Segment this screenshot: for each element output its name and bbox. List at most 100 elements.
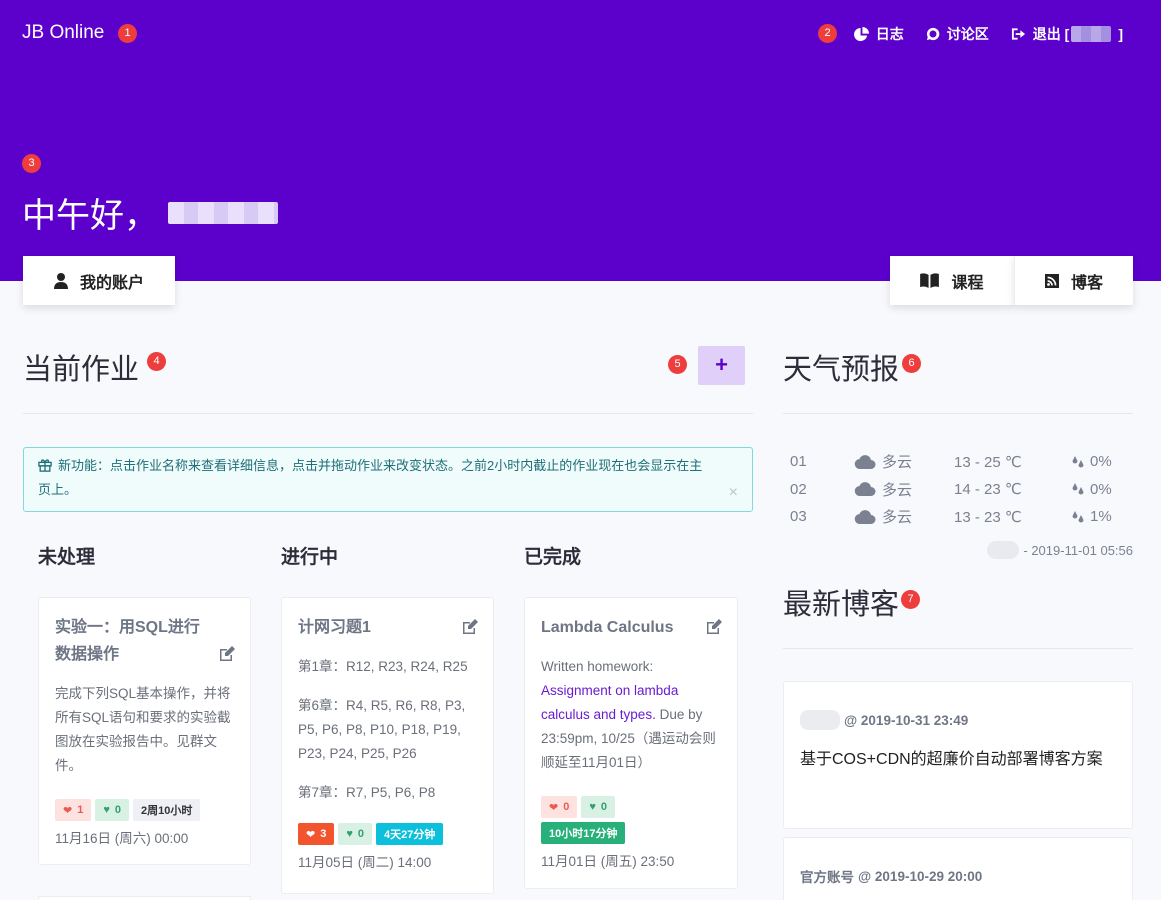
assignment-line: 第6章：R4, R5, R6, R8, P3, P5, P6, P8, P10,…	[298, 698, 466, 761]
edit-icon[interactable]	[218, 645, 236, 663]
weather-day: 01	[790, 453, 807, 471]
nav-logout-bracket: ]	[1118, 26, 1123, 42]
feature-notice: 新功能：点击作业名称来查看详细信息，点击并拖动作业来改变状态。之前2小时内截止的…	[23, 447, 753, 512]
heart-tag[interactable]: ♥ 0	[95, 799, 129, 821]
heart-count: 0	[114, 804, 121, 816]
book-icon	[920, 273, 940, 288]
broken-heart-count: 1	[77, 804, 84, 816]
remaining-time-tag: 4天27分钟	[376, 823, 444, 845]
rss-icon	[1044, 273, 1059, 288]
redacted-location	[987, 541, 1020, 559]
assignment-title[interactable]: Lambda Calculus	[541, 614, 721, 641]
courses-button[interactable]: 课程	[890, 256, 1014, 305]
heart-icon: ♥	[103, 804, 110, 816]
redacted-username	[1071, 26, 1112, 42]
nav-logout[interactable]: 退出 []	[1011, 24, 1123, 44]
assignment-card[interactable]: 实验一：用SQL进行数据操作 完成下列SQL基本操作，并将所有SQL语句和要求的…	[38, 597, 251, 865]
weather-row: 02 多云 14 - 23 ℃ 0%	[790, 476, 1130, 504]
pie-chart-icon	[853, 26, 869, 41]
assignment-title[interactable]: 实验一：用SQL进行数据操作	[55, 614, 234, 668]
account-button[interactable]: 我的账户	[23, 256, 175, 305]
assignment-tags: ❤ 3 ♥ 0 4天27分钟	[298, 823, 477, 845]
gift-icon	[38, 459, 52, 472]
redacted-name	[168, 201, 278, 224]
greeting-text: 中午好，	[22, 197, 158, 235]
weather-precip: 1%	[1071, 508, 1112, 525]
blogs-divider	[783, 648, 1133, 649]
assignment-title[interactable]: 计网习题1	[298, 614, 477, 641]
notice-close-button[interactable]: ×	[729, 481, 738, 505]
remaining-time-tag: 10小时17分钟	[541, 822, 626, 844]
raindrops-icon	[1072, 455, 1084, 468]
account-button-label: 我的账户	[79, 274, 144, 292]
blog-card[interactable]: 官方账号 @ 2019-10-29 20:00	[783, 837, 1133, 900]
cloud-icon	[854, 454, 876, 469]
weather-sky-label: 多云	[882, 454, 913, 472]
broken-heart-count: 3	[320, 828, 327, 840]
column-title-done: 已完成	[524, 547, 582, 568]
notice-text: 新功能：点击作业名称来查看详细信息，点击并拖动作业来改变状态。之前2小时内截止的…	[38, 458, 703, 497]
broken-heart-tag[interactable]: ❤ 1	[55, 799, 92, 821]
heart-icon: ♥	[346, 828, 353, 840]
blog-author[interactable]: 官方账号	[800, 866, 854, 886]
broken-heart-tag[interactable]: ❤ 0	[541, 796, 578, 818]
nav-forum-label: 讨论区	[946, 26, 989, 42]
badge-6: 6	[902, 354, 921, 373]
blogs-button[interactable]: 博客	[1014, 256, 1133, 305]
nav-forum[interactable]: 讨论区	[926, 24, 989, 44]
brand-text[interactable]: JB Online	[22, 22, 104, 43]
weather-precip-value: 0%	[1090, 453, 1112, 471]
blogs-button-label: 博客	[1070, 274, 1103, 292]
assignment-tags: ❤ 1 ♥ 0 2周10小时	[55, 799, 234, 821]
weather-sky: 多云	[854, 451, 954, 472]
badge-1: 1	[118, 24, 137, 43]
nav-log[interactable]: 日志	[853, 24, 904, 44]
assignment-card-partial	[38, 896, 251, 900]
column-title-doing: 进行中	[281, 547, 339, 568]
raindrops-icon	[1072, 510, 1084, 523]
raindrops-icon	[1072, 483, 1084, 495]
weather-row: 03 多云 13 - 23 ℃ 1%	[790, 503, 1130, 531]
weather-precip-value: 1%	[1090, 508, 1112, 526]
remaining-time-tag: 2周10小时	[133, 799, 201, 821]
blog-time: @ 2019-10-31 23:49	[844, 712, 969, 728]
heart-tag[interactable]: ♥ 0	[338, 823, 372, 845]
badge-2: 2	[818, 24, 837, 43]
blog-time: @ 2019-10-29 20:00	[858, 868, 983, 884]
due-date: 11月05日 (周二) 14:00	[298, 855, 432, 870]
assignment-tags: ❤ 0 ♥ 0 10小时17分钟	[541, 796, 661, 844]
assignment-card[interactable]: Lambda Calculus Written homework: Assign…	[524, 597, 738, 889]
edit-icon[interactable]	[461, 618, 479, 636]
edit-icon[interactable]	[705, 618, 723, 636]
cloud-icon	[854, 509, 876, 524]
brand-logo[interactable]: JB Online	[22, 22, 104, 44]
blog-title[interactable]: 基于COS+CDN的超廉价自动部署博客方案	[800, 746, 1116, 773]
add-assignment-button[interactable]: +	[698, 346, 745, 385]
blog-meta: @ 2019-10-31 23:49	[800, 710, 1116, 730]
column-title-todo: 未处理	[38, 547, 96, 568]
sign-out-icon	[1011, 28, 1025, 40]
broken-heart-tag[interactable]: ❤ 3	[298, 823, 335, 845]
greeting: 中午好，	[22, 188, 278, 237]
cloud-icon	[854, 482, 876, 497]
top-nav: 日志 讨论区 退出 []	[853, 24, 1123, 44]
due-date: 11月01日 (周五) 23:50	[541, 854, 675, 869]
weather-heading: 天气预报	[783, 354, 900, 386]
weather-table: 01 多云 13 - 25 ℃ 0% 02 多云 14 - 23 ℃ 0% 03…	[790, 448, 1130, 531]
blogs-heading: 最新博客	[783, 589, 900, 621]
weather-updated: - 2019-11-01 05:56	[987, 541, 1133, 559]
assignment-line: 第7章：R7, P5, P6, P8	[298, 785, 436, 800]
heart-tag[interactable]: ♥ 0	[581, 796, 615, 818]
weather-precip-value: 0%	[1090, 480, 1112, 498]
description-text: Written homework:	[541, 659, 654, 674]
chat-bubble-icon	[926, 27, 940, 41]
redacted-author	[800, 710, 840, 730]
blog-card[interactable]: @ 2019-10-31 23:49 基于COS+CDN的超廉价自动部署博客方案	[783, 681, 1133, 829]
assignment-card[interactable]: 计网习题1 第1章：R12, R23, R24, R25 第6章：R4, R5,…	[281, 597, 494, 894]
nav-logout-label: 退出 [	[1032, 26, 1070, 42]
heart-count: 0	[357, 828, 364, 840]
nav-log-label: 日志	[875, 26, 904, 42]
assignment-line: 第1章：R12, R23, R24, R25	[298, 659, 468, 674]
due-date: 11月16日 (周六) 00:00	[55, 831, 189, 846]
weather-temp: 14 - 23 ℃	[954, 481, 1022, 499]
